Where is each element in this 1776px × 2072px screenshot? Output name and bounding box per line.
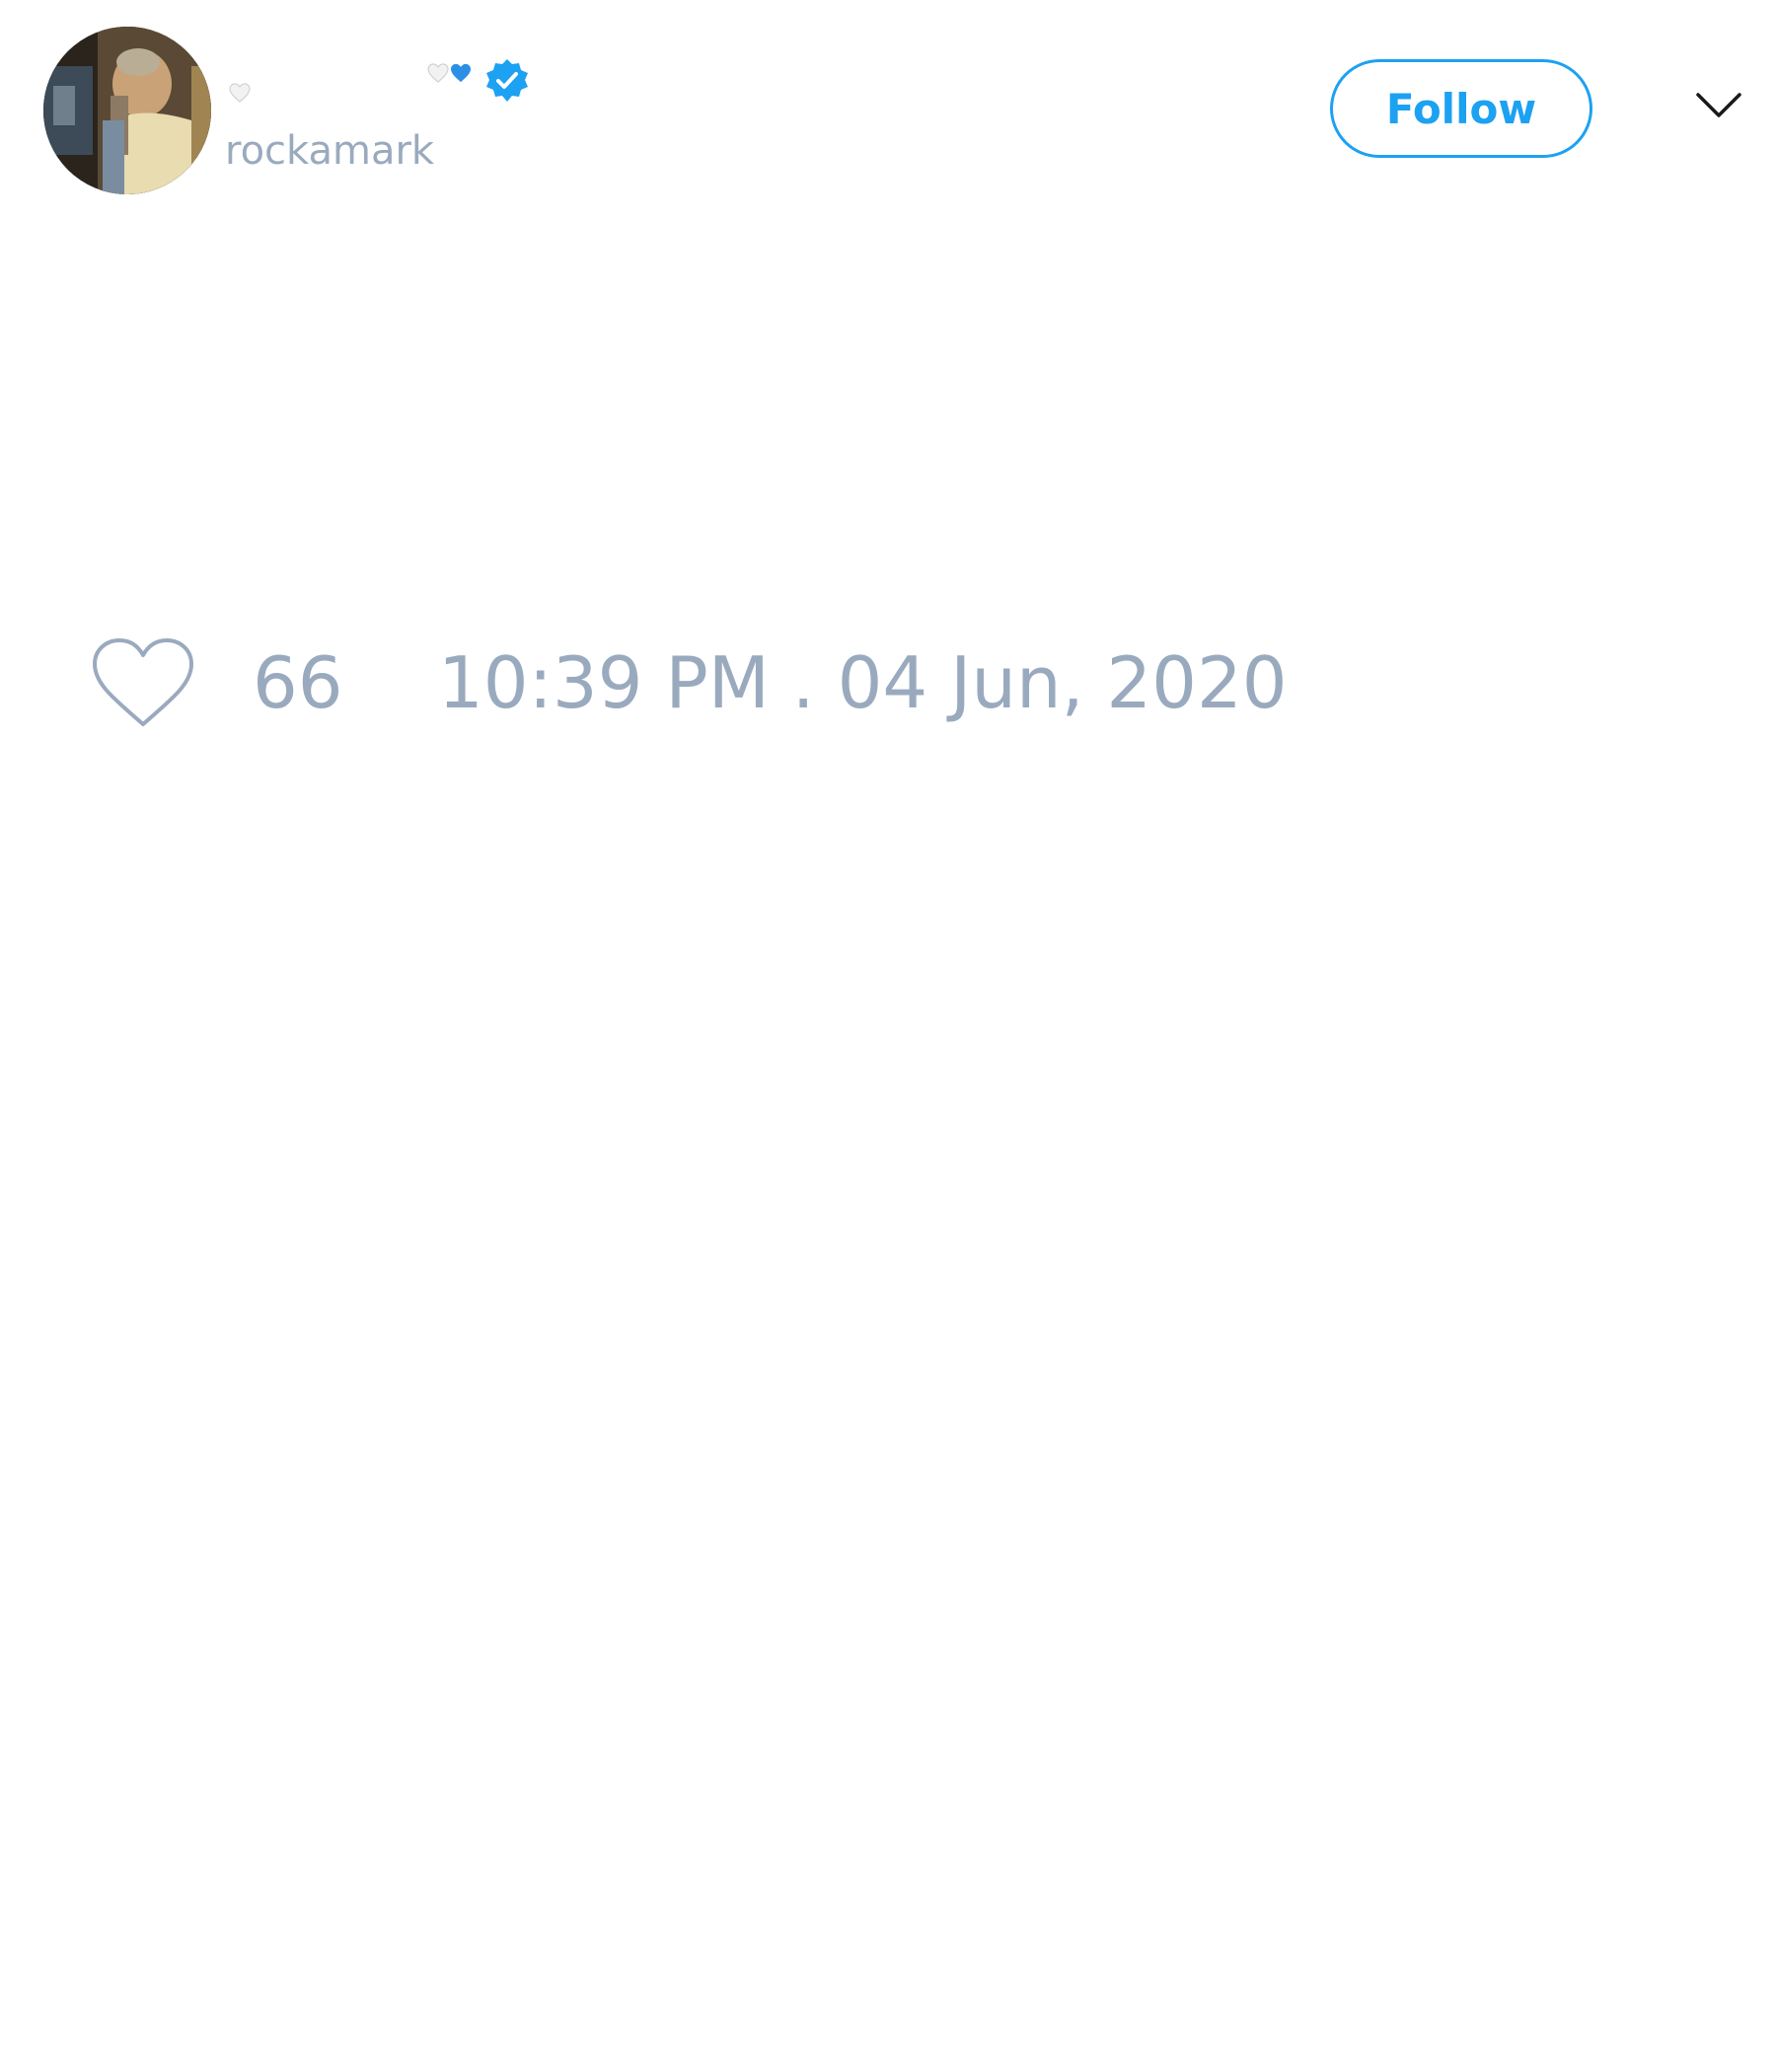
tweet-timestamp[interactable]: 10:39 PM . 04 Jun, 2020 [438,643,1288,722]
chevron-down-icon[interactable] [1695,91,1742,120]
white-heart-icon [427,63,449,83]
verified-badge-icon [486,59,528,102]
blue-heart-icon [451,63,471,83]
follow-button[interactable]: Follow [1330,59,1592,158]
avatar[interactable] [43,27,211,194]
like-count: 66 [253,641,343,724]
heart-outline-icon[interactable] [89,635,197,730]
white-heart-icon [229,83,251,103]
user-handle[interactable]: rockamark [225,126,434,176]
tweet-card: rockamark Follow 66 10:39 PM . 04 Jun, 2… [0,0,1776,2072]
